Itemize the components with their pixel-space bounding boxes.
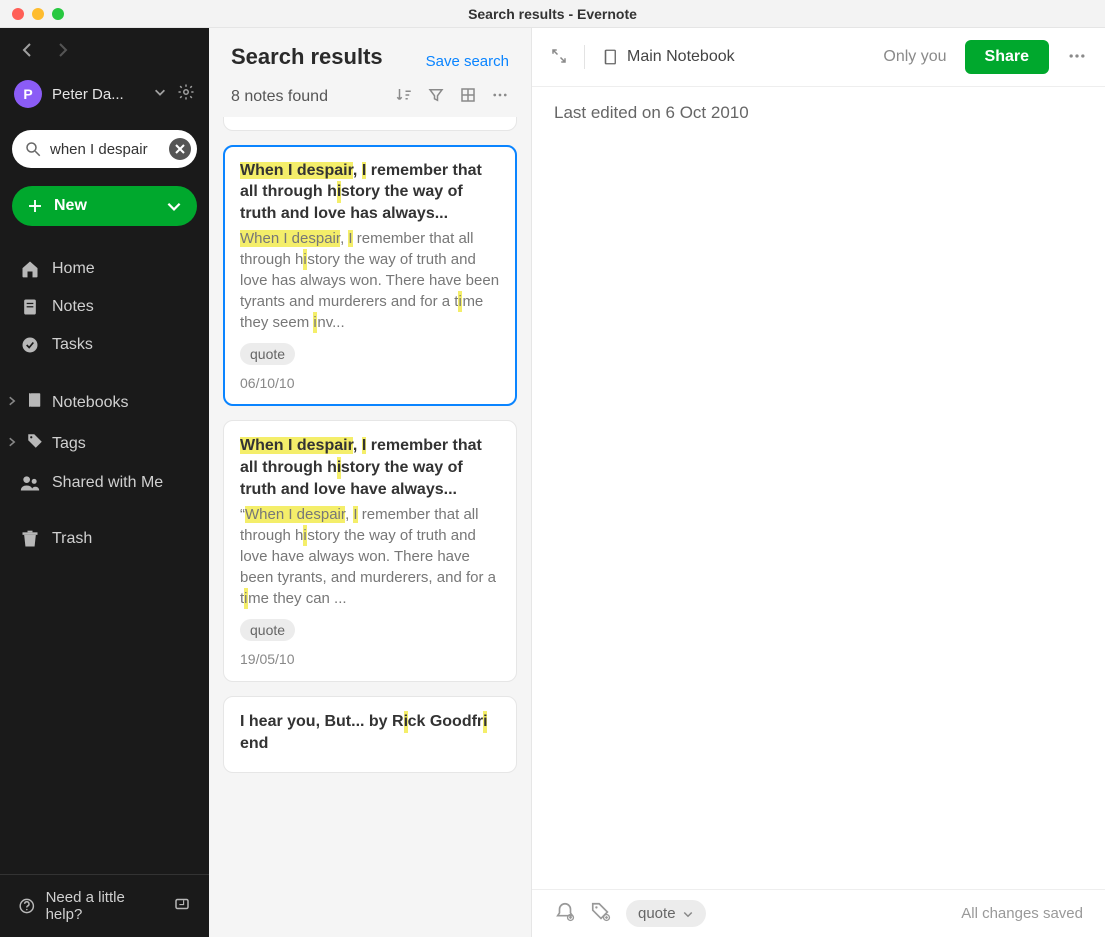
help-label: Need a little help? <box>46 889 163 923</box>
window-close[interactable] <box>12 8 24 20</box>
notebook-icon <box>26 391 44 414</box>
sidebar: P Peter Da... New Home <box>0 28 209 937</box>
plus-icon <box>26 197 44 215</box>
trash-icon <box>20 529 40 549</box>
nav-label: Notes <box>52 298 94 316</box>
search-icon <box>24 140 42 158</box>
add-tag-button[interactable] <box>590 901 612 926</box>
tasks-icon <box>20 335 40 355</box>
note-card[interactable]: - Ieyasu T...quote08/10/12 <box>223 117 517 131</box>
window-maximize[interactable] <box>52 8 64 20</box>
note-card[interactable]: When I despair, I remember that all thro… <box>223 420 517 682</box>
help-icon <box>18 897 36 915</box>
nav-label: Trash <box>52 530 92 548</box>
note-content-panel: Main Notebook Only you Share Last edited… <box>532 28 1105 937</box>
nav-home[interactable]: Home <box>0 250 209 288</box>
note-list[interactable]: - Ieyasu T...quote08/10/12 When I despair… <box>209 117 531 937</box>
home-icon <box>20 259 40 279</box>
note-more-button[interactable] <box>1067 46 1087 69</box>
search-field[interactable] <box>12 130 197 168</box>
profile-row[interactable]: P Peter Da... <box>0 72 209 122</box>
nav-label: Tasks <box>52 336 93 354</box>
clear-search-button[interactable] <box>169 138 191 160</box>
nav-trash[interactable]: Trash <box>0 520 209 558</box>
nav-label: Notebooks <box>52 394 129 412</box>
view-toggle-button[interactable] <box>459 86 477 107</box>
chevron-down-icon <box>682 908 694 920</box>
sharing-status[interactable]: Only you <box>883 48 946 66</box>
note-tag-chip[interactable]: quote <box>626 900 706 927</box>
list-title: Search results <box>231 44 383 70</box>
sort-button[interactable] <box>395 86 413 107</box>
new-button-label: New <box>54 197 87 215</box>
note-card[interactable]: When I despair, I remember that all thro… <box>223 145 517 407</box>
nav-notebooks[interactable]: Notebooks <box>0 382 209 423</box>
last-edited-label: Last edited on 6 Oct 2010 <box>532 87 1105 139</box>
note-body[interactable] <box>532 139 1105 889</box>
save-status: All changes saved <box>961 905 1083 922</box>
window-minimize[interactable] <box>32 8 44 20</box>
tag-label: quote <box>638 905 676 922</box>
nav-label: Shared with Me <box>52 474 163 492</box>
note-icon <box>20 297 40 317</box>
notes-found-label: 8 notes found <box>231 88 328 106</box>
forward-button[interactable] <box>54 42 70 62</box>
tag-chip: quote <box>240 343 295 365</box>
profile-name: Peter Da... <box>52 86 143 103</box>
people-icon <box>20 473 40 493</box>
expand-button[interactable] <box>550 47 568 68</box>
settings-button[interactable] <box>177 83 195 105</box>
avatar: P <box>14 80 42 108</box>
new-button[interactable]: New <box>12 186 197 226</box>
nav-label: Tags <box>52 435 86 453</box>
tag-icon <box>26 432 44 455</box>
expand-icon <box>173 895 191 917</box>
notebook-icon <box>601 48 619 66</box>
nav-notes[interactable]: Notes <box>0 288 209 326</box>
more-button[interactable] <box>491 86 509 107</box>
notebook-name: Main Notebook <box>627 48 735 66</box>
help-button[interactable]: Need a little help? <box>0 874 209 937</box>
window-title: Search results - Evernote <box>0 6 1105 22</box>
chevron-right-icon <box>6 435 18 453</box>
chevron-down-icon <box>153 85 167 103</box>
chevron-right-icon <box>6 394 18 412</box>
note-snippet: “When I despair, I remember that all thr… <box>240 504 500 609</box>
tag-chip: quote <box>240 619 295 641</box>
nav-tasks[interactable]: Tasks <box>0 326 209 364</box>
note-date: 06/10/10 <box>240 375 500 391</box>
save-search-button[interactable]: Save search <box>426 53 509 70</box>
note-date: 19/05/10 <box>240 651 500 667</box>
back-button[interactable] <box>20 42 36 62</box>
nav-tags[interactable]: Tags <box>0 423 209 464</box>
chevron-down-icon <box>165 197 183 215</box>
nav-shared[interactable]: Shared with Me <box>0 464 209 502</box>
titlebar: Search results - Evernote <box>0 0 1105 28</box>
notebook-selector[interactable]: Main Notebook <box>601 48 735 66</box>
add-reminder-button[interactable] <box>554 901 576 926</box>
filter-button[interactable] <box>427 86 445 107</box>
note-title: When I despair, I remember that all thro… <box>240 160 500 225</box>
note-title: I hear you, But... by Rick Goodfriend <box>240 711 500 754</box>
note-snippet: When I despair, I remember that all thro… <box>240 228 500 333</box>
share-button[interactable]: Share <box>965 40 1049 74</box>
search-input[interactable] <box>50 141 161 158</box>
note-title: When I despair, I remember that all thro… <box>240 435 500 500</box>
note-card[interactable]: I hear you, But... by Rick Goodfriend <box>223 696 517 773</box>
note-list-panel: Search results Save search 8 notes found… <box>209 28 532 937</box>
nav-label: Home <box>52 260 95 278</box>
